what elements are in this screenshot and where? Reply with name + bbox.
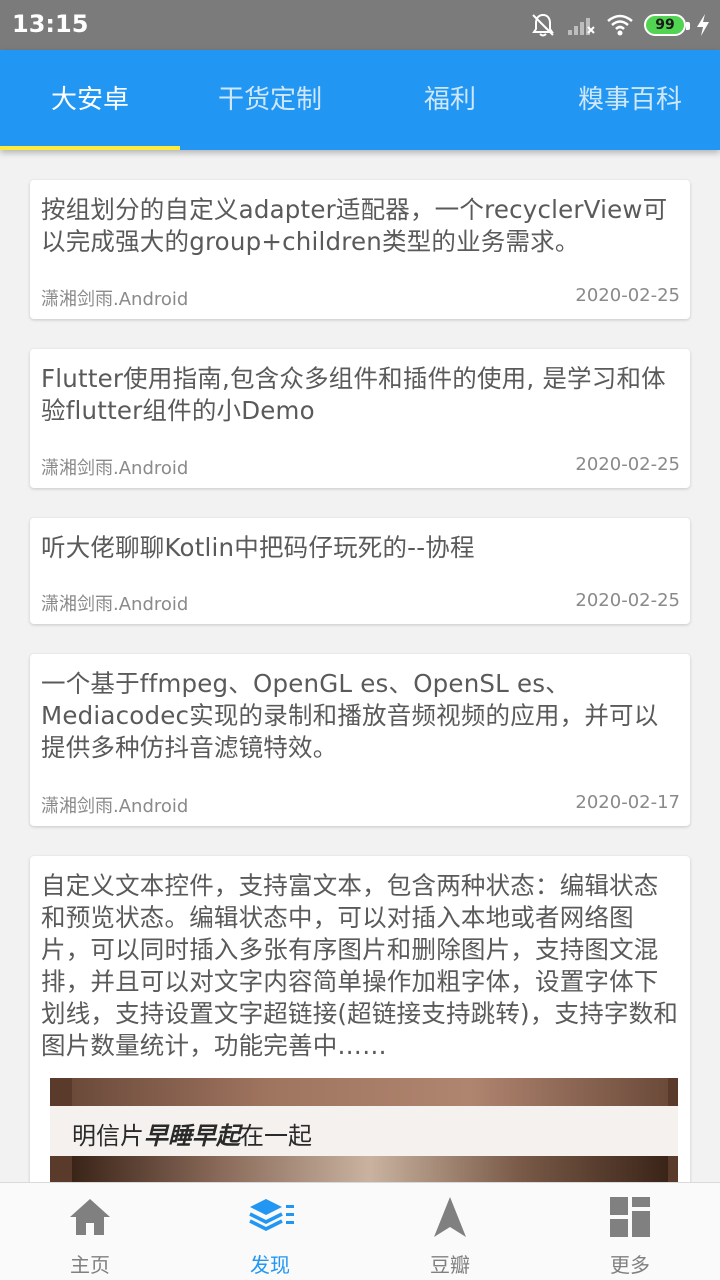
article-card[interactable]: 按组划分的自定义adapter适配器，一个recyclerView可以完成强大的… bbox=[30, 180, 690, 319]
grid-icon bbox=[610, 1197, 650, 1237]
top-tab-bar: 大安卓 干货定制 福利 糗事百科 bbox=[0, 50, 720, 150]
article-title: 自定义文本控件，支持富文本，包含两种状态：编辑状态和预览状态。编辑状态中，可以对… bbox=[41, 871, 679, 1060]
home-icon bbox=[70, 1199, 110, 1235]
status-bar: 13:15 99 bbox=[0, 0, 720, 50]
article-author: 潇湘剑雨.Android bbox=[41, 796, 189, 817]
article-card[interactable]: Flutter使用指南,包含众多组件和插件的使用, 是学习和体验flutter组… bbox=[30, 349, 690, 488]
article-card[interactable]: 自定义文本控件，支持富文本，包含两种状态：编辑状态和预览状态。编辑状态中，可以对… bbox=[30, 856, 690, 1182]
nav-more-label: 更多 bbox=[610, 1253, 650, 1277]
navigation-arrow-icon bbox=[434, 1197, 466, 1237]
tab-fu-li[interactable]: 福利 bbox=[360, 50, 540, 150]
tab-qiu-shi[interactable]: 糗事百科 bbox=[540, 50, 720, 150]
tab-da-an-zhuo[interactable]: 大安卓 bbox=[0, 50, 180, 150]
article-author: 潇湘剑雨.Android bbox=[41, 458, 189, 479]
nav-discover-label: 发现 bbox=[250, 1253, 290, 1277]
signal-icon bbox=[568, 18, 595, 35]
tab-gan-huo[interactable]: 干货定制 bbox=[180, 50, 360, 150]
article-title: 听大佬聊聊Kotlin中把码仔玩死的--协程 bbox=[41, 533, 475, 562]
nav-home-label: 主页 bbox=[70, 1253, 110, 1277]
nav-home[interactable]: 主页 bbox=[0, 1183, 180, 1280]
status-time: 13:15 bbox=[12, 10, 89, 38]
mute-bell-icon bbox=[532, 13, 554, 37]
nav-douban-label: 豆瓣 bbox=[430, 1253, 470, 1277]
article-author: 潇湘剑雨.Android bbox=[41, 289, 189, 310]
article-title: Flutter使用指南,包含众多组件和插件的使用, 是学习和体验flutter组… bbox=[41, 364, 666, 425]
article-list[interactable]: 按组划分的自定义adapter适配器，一个recyclerView可以完成强大的… bbox=[0, 150, 720, 1182]
article-author: 潇湘剑雨.Android bbox=[41, 594, 189, 615]
article-date: 2020-02-25 bbox=[575, 590, 680, 611]
article-date: 2020-02-25 bbox=[575, 285, 680, 306]
article-date: 2020-02-17 bbox=[575, 792, 680, 813]
article-date: 2020-02-25 bbox=[575, 454, 680, 475]
article-title: 一个基于ffmpeg、OpenGL es、OpenSL es、Mediacode… bbox=[41, 669, 659, 762]
wifi-icon bbox=[607, 14, 633, 36]
article-image: 明信片早睡早起在一起 bbox=[50, 1078, 678, 1182]
nav-more[interactable]: 更多 bbox=[540, 1183, 720, 1280]
charging-icon bbox=[697, 14, 709, 36]
battery-icon: 99 bbox=[644, 14, 690, 36]
bottom-navigation: 主页 发现 豆瓣 更多 bbox=[0, 1182, 720, 1280]
nav-discover[interactable]: 发现 bbox=[180, 1183, 360, 1280]
nav-douban[interactable]: 豆瓣 bbox=[360, 1183, 540, 1280]
article-card[interactable]: 一个基于ffmpeg、OpenGL es、OpenSL es、Mediacode… bbox=[30, 654, 690, 826]
article-card[interactable]: 听大佬聊聊Kotlin中把码仔玩死的--协程 潇湘剑雨.Android 2020… bbox=[30, 518, 690, 624]
battery-level: 99 bbox=[655, 17, 675, 33]
layers-icon bbox=[249, 1199, 294, 1231]
article-title: 按组划分的自定义adapter适配器，一个recyclerView可以完成强大的… bbox=[41, 195, 668, 256]
image-caption: 明信片早睡早起在一起 bbox=[72, 1122, 312, 1150]
status-icons: 99 bbox=[530, 12, 710, 38]
